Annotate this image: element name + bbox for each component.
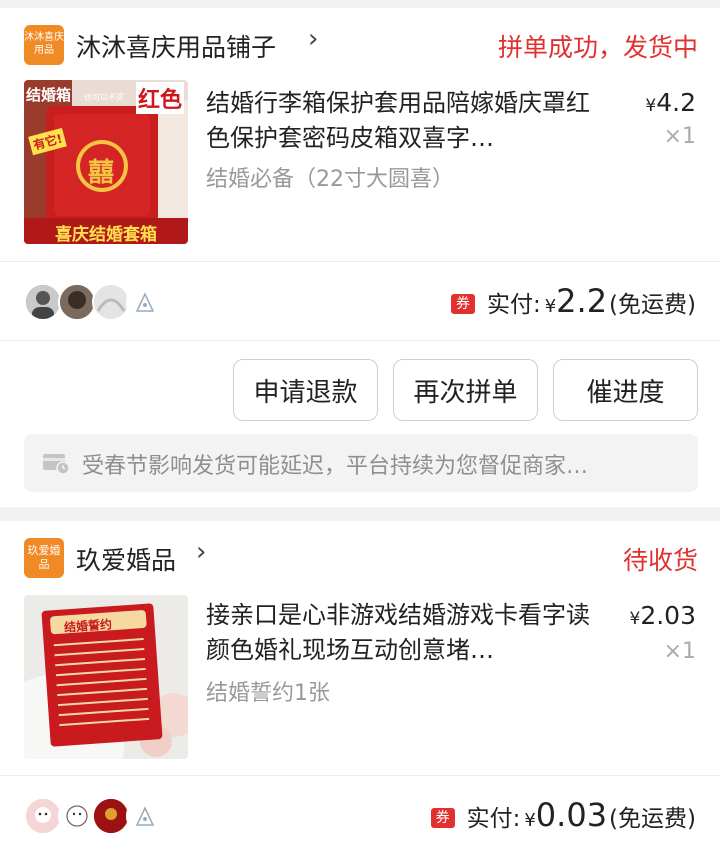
- currency-symbol: ¥: [524, 810, 536, 831]
- order-status: 待收货: [622, 546, 698, 575]
- shop-name[interactable]: 玖爱婚品: [76, 541, 176, 577]
- shipping-note: (免运费): [609, 292, 696, 318]
- image-text-small: 也可以不买: [84, 93, 124, 102]
- shop-logo[interactable]: 沐沐喜庆用品: [24, 25, 64, 65]
- group-avatars[interactable]: [24, 283, 184, 321]
- image-text-xi: 囍: [88, 158, 115, 188]
- product-title[interactable]: 接亲口是心非游戏结婚游戏卡看字读颜色婚礼现场互动创意堵…: [206, 598, 606, 668]
- paid-summary: 券 实付: ¥ 0.03 (免运费): [430, 796, 696, 834]
- coupon-badge-icon: 券: [450, 294, 475, 314]
- shop-logo[interactable]: 玖爱婚品: [24, 538, 64, 578]
- avatar: [126, 797, 164, 835]
- paid-amount: 0.03: [535, 796, 608, 834]
- currency-symbol: ¥: [544, 296, 557, 317]
- avatar: [126, 283, 164, 321]
- divider: [0, 775, 720, 776]
- avatar: [92, 283, 130, 321]
- avatar: [58, 797, 96, 835]
- avatar: [24, 283, 62, 321]
- image-text-color: 红色: [135, 82, 184, 114]
- paid-summary: 券 实付: ¥ 2.2 (免运费): [450, 282, 696, 320]
- image-text-banner: 喜庆结婚套箱: [55, 225, 157, 244]
- shop-name[interactable]: 沐沐喜庆用品铺子: [76, 28, 276, 64]
- image-text-banner: 结婚誓约: [63, 617, 113, 635]
- product-price: ¥2.03: [630, 601, 697, 630]
- product-quantity: ×1: [663, 639, 696, 664]
- currency-symbol: ¥: [645, 96, 657, 116]
- avatar: [24, 797, 62, 835]
- order-card: 玖爱婚品 玖爱婚品 › 待收货 结婚誓约 接亲口是心非游戏结婚游戏卡看字读颜色婚…: [0, 521, 720, 859]
- coupon-badge-icon: 券: [430, 808, 455, 828]
- chevron-right-icon[interactable]: ›: [196, 537, 206, 567]
- product-price: ¥4.2: [645, 88, 696, 117]
- request-refund-button[interactable]: 申请退款: [233, 359, 378, 421]
- avatar: [58, 283, 96, 321]
- notice-text: 受春节影响发货可能延迟，平台持续为您督促商家…: [82, 454, 589, 479]
- chevron-right-icon[interactable]: ›: [308, 24, 318, 54]
- price-value: 4.2: [656, 88, 696, 117]
- price-value: 2.03: [640, 601, 696, 630]
- order-card: 沐沐喜庆用品 沐沐喜庆用品铺子 › 拼单成功，发货中 结婚箱 也可以不买 红色 …: [0, 8, 720, 507]
- divider: [0, 261, 720, 262]
- order-status: 拼单成功，发货中: [497, 33, 698, 62]
- notice-truck-icon: [43, 454, 70, 474]
- shipping-note: (免运费): [609, 806, 696, 832]
- group-avatars[interactable]: [24, 797, 184, 835]
- product-sku: 结婚必备（22寸大圆喜）: [206, 167, 454, 192]
- product-sku: 结婚誓约1张: [206, 681, 330, 706]
- paid-label: 实付:: [486, 292, 541, 318]
- paid-label: 实付:: [466, 806, 521, 832]
- currency-symbol: ¥: [629, 609, 641, 629]
- reorder-group-button[interactable]: 再次拼单: [393, 359, 538, 421]
- paid-amount: 2.2: [556, 282, 608, 320]
- product-image[interactable]: 结婚誓约: [24, 595, 188, 759]
- delivery-notice[interactable]: 受春节影响发货可能延迟，平台持续为您督促商家…: [24, 434, 698, 492]
- product-image[interactable]: 结婚箱 也可以不买 红色 有它! 囍 喜庆结婚套箱: [24, 80, 188, 244]
- urge-progress-button[interactable]: 催进度: [553, 359, 698, 421]
- image-text-top: 结婚箱: [26, 86, 72, 104]
- product-quantity: ×1: [663, 124, 696, 149]
- divider: [0, 340, 720, 341]
- product-title[interactable]: 结婚行李箱保护套用品陪嫁婚庆罩红色保护套密码皮箱双喜字…: [206, 86, 606, 156]
- avatar: [92, 797, 130, 835]
